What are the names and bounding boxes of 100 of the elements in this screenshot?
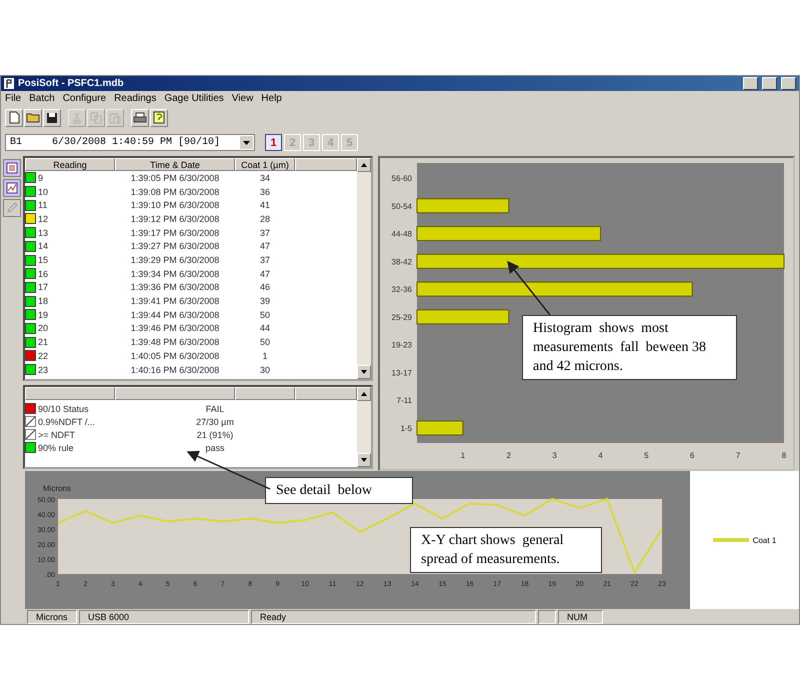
- axis-label: 8: [782, 451, 786, 460]
- batch-dropdown[interactable]: B1 6/30/2008 1:40:59 PM [90/10]: [5, 134, 255, 152]
- axis-label: 13-17: [392, 368, 412, 378]
- menu-item[interactable]: View: [232, 93, 254, 104]
- column-header[interactable]: [115, 387, 235, 400]
- annotation-callout: Histogram shows most measurements fall beween 38 and 42 microns.: [522, 315, 737, 380]
- axis-label: 32-36: [392, 285, 412, 294]
- toolbar-button[interactable]: [150, 108, 168, 127]
- summary-label: 0.9%NDFT /...: [38, 416, 95, 427]
- toolbar-button[interactable]: [43, 108, 61, 127]
- column-header[interactable]: [295, 158, 357, 172]
- coat-cell-text: 41: [258, 200, 271, 210]
- reading-number: 12: [38, 214, 48, 224]
- axis-label: 4: [598, 451, 603, 460]
- toolbar-button[interactable]: [5, 108, 23, 127]
- view-button[interactable]: [3, 159, 21, 178]
- toolbar-button[interactable]: [24, 108, 42, 127]
- time-cell-text: 1:40:16 PM 6/30/2008: [130, 364, 220, 375]
- status-field: Ready: [251, 610, 536, 624]
- summary-value: 21 (91%): [196, 430, 234, 440]
- time-cell-text: 1:39:34 PM 6/30/2008: [130, 268, 220, 279]
- axis-label: 1: [460, 451, 466, 460]
- menu-item[interactable]: Help: [261, 93, 282, 104]
- axis-label: 3: [552, 451, 557, 460]
- summary-value: 27/30 µm: [195, 416, 235, 427]
- down-arrow-icon: [361, 370, 367, 374]
- column-header[interactable]: Reading: [25, 158, 115, 172]
- time-cell-text: 1:39:46 PM 6/30/2008: [130, 323, 220, 334]
- close-button[interactable]: [781, 76, 796, 90]
- reading-number: 9: [38, 172, 44, 183]
- reading-number: 11: [38, 200, 48, 210]
- menu-item[interactable]: Gage Utilities: [164, 93, 224, 104]
- printer-icon: [133, 112, 147, 124]
- summary-label: 90% rule: [38, 442, 74, 453]
- column-header[interactable]: [295, 387, 357, 400]
- column-header[interactable]: Time & Date: [115, 158, 235, 172]
- coat-cell-text: 37: [258, 228, 271, 238]
- reading-number: 16: [38, 268, 48, 279]
- menu-item[interactable]: Batch: [29, 93, 55, 104]
- histogram-bar: [416, 420, 464, 436]
- time-cell-text: 1:39:36 PM 6/30/2008: [130, 282, 220, 292]
- pencil-icon: [6, 202, 18, 214]
- annotation-arrow: [507, 260, 551, 316]
- reading-number: 18: [38, 296, 48, 306]
- toolbar-button[interactable]: [131, 108, 149, 127]
- reading-number: 15: [38, 255, 48, 266]
- coat-cell-text: 46: [258, 282, 271, 292]
- probe-tab[interactable]: 1: [265, 134, 282, 152]
- legend-label: Coat 1: [752, 536, 776, 545]
- status-field: USB 6000: [79, 610, 249, 624]
- copy-icon: [90, 112, 102, 124]
- axis-label: 7-11: [396, 396, 412, 406]
- coat-cell-text: 1: [261, 350, 268, 361]
- help-icon: [153, 111, 165, 124]
- reading-number: 17: [38, 282, 48, 292]
- coat-cell-text: 47: [258, 241, 271, 252]
- chart-icon: [6, 182, 18, 194]
- minimize-button[interactable]: [743, 76, 758, 90]
- column-header[interactable]: [25, 387, 115, 400]
- time-cell-text: 1:39:10 PM 6/30/2008: [130, 200, 220, 210]
- menu-item[interactable]: File: [5, 93, 22, 104]
- axis-label: 38-42: [392, 257, 412, 266]
- time-cell-text: 1:39:17 PM 6/30/2008: [130, 228, 220, 238]
- summary-value: FAIL: [204, 404, 226, 414]
- coat-cell-text: 30: [258, 364, 271, 375]
- batch-date: 6/30/2008 1:40:59 PM [90/10]: [52, 137, 220, 148]
- status-field: NUM: [558, 610, 603, 624]
- reading-number: 13: [38, 228, 48, 238]
- coat-cell-text: 28: [258, 214, 271, 224]
- column-header[interactable]: [235, 387, 295, 400]
- menu-item[interactable]: Configure: [62, 93, 106, 104]
- annotation-callout: See detail below: [265, 477, 413, 504]
- axis-title: Microns: [43, 484, 72, 494]
- reading-number: 19: [38, 310, 48, 320]
- coat-cell-text: 36: [258, 186, 271, 197]
- app-icon: [4, 78, 14, 89]
- axis-label: 2: [506, 451, 511, 460]
- coat-cell-text: 47: [258, 268, 271, 279]
- column-header[interactable]: Coat 1 (µm): [235, 158, 295, 172]
- axis-label: 19-23: [392, 340, 412, 350]
- time-cell-text: 1:39:41 PM 6/30/2008: [130, 296, 220, 306]
- scrollbar[interactable]: [357, 387, 371, 468]
- summary-value: pass: [204, 442, 226, 453]
- clipboard-icon: [109, 112, 121, 124]
- time-cell-text: 1:39:05 PM 6/30/2008: [130, 172, 220, 183]
- axis-label: 1-5: [400, 424, 412, 434]
- reading-number: 23: [38, 364, 48, 375]
- scrollbar[interactable]: [357, 158, 371, 380]
- up-arrow-icon: [361, 392, 367, 396]
- new-file-icon: [8, 111, 20, 124]
- axis-label: 56-60: [392, 174, 412, 184]
- maximize-button[interactable]: [762, 76, 777, 90]
- reading-number: 14: [38, 241, 48, 252]
- axis-label: 7: [736, 451, 740, 460]
- time-cell-text: 1:40:05 PM 6/30/2008: [130, 350, 220, 361]
- menu-item[interactable]: Readings: [114, 93, 156, 104]
- reading-number: 22: [38, 350, 48, 361]
- reading-number: 20: [38, 323, 48, 334]
- view-button[interactable]: [3, 179, 21, 198]
- time-cell-text: 1:39:12 PM 6/30/2008: [130, 214, 220, 224]
